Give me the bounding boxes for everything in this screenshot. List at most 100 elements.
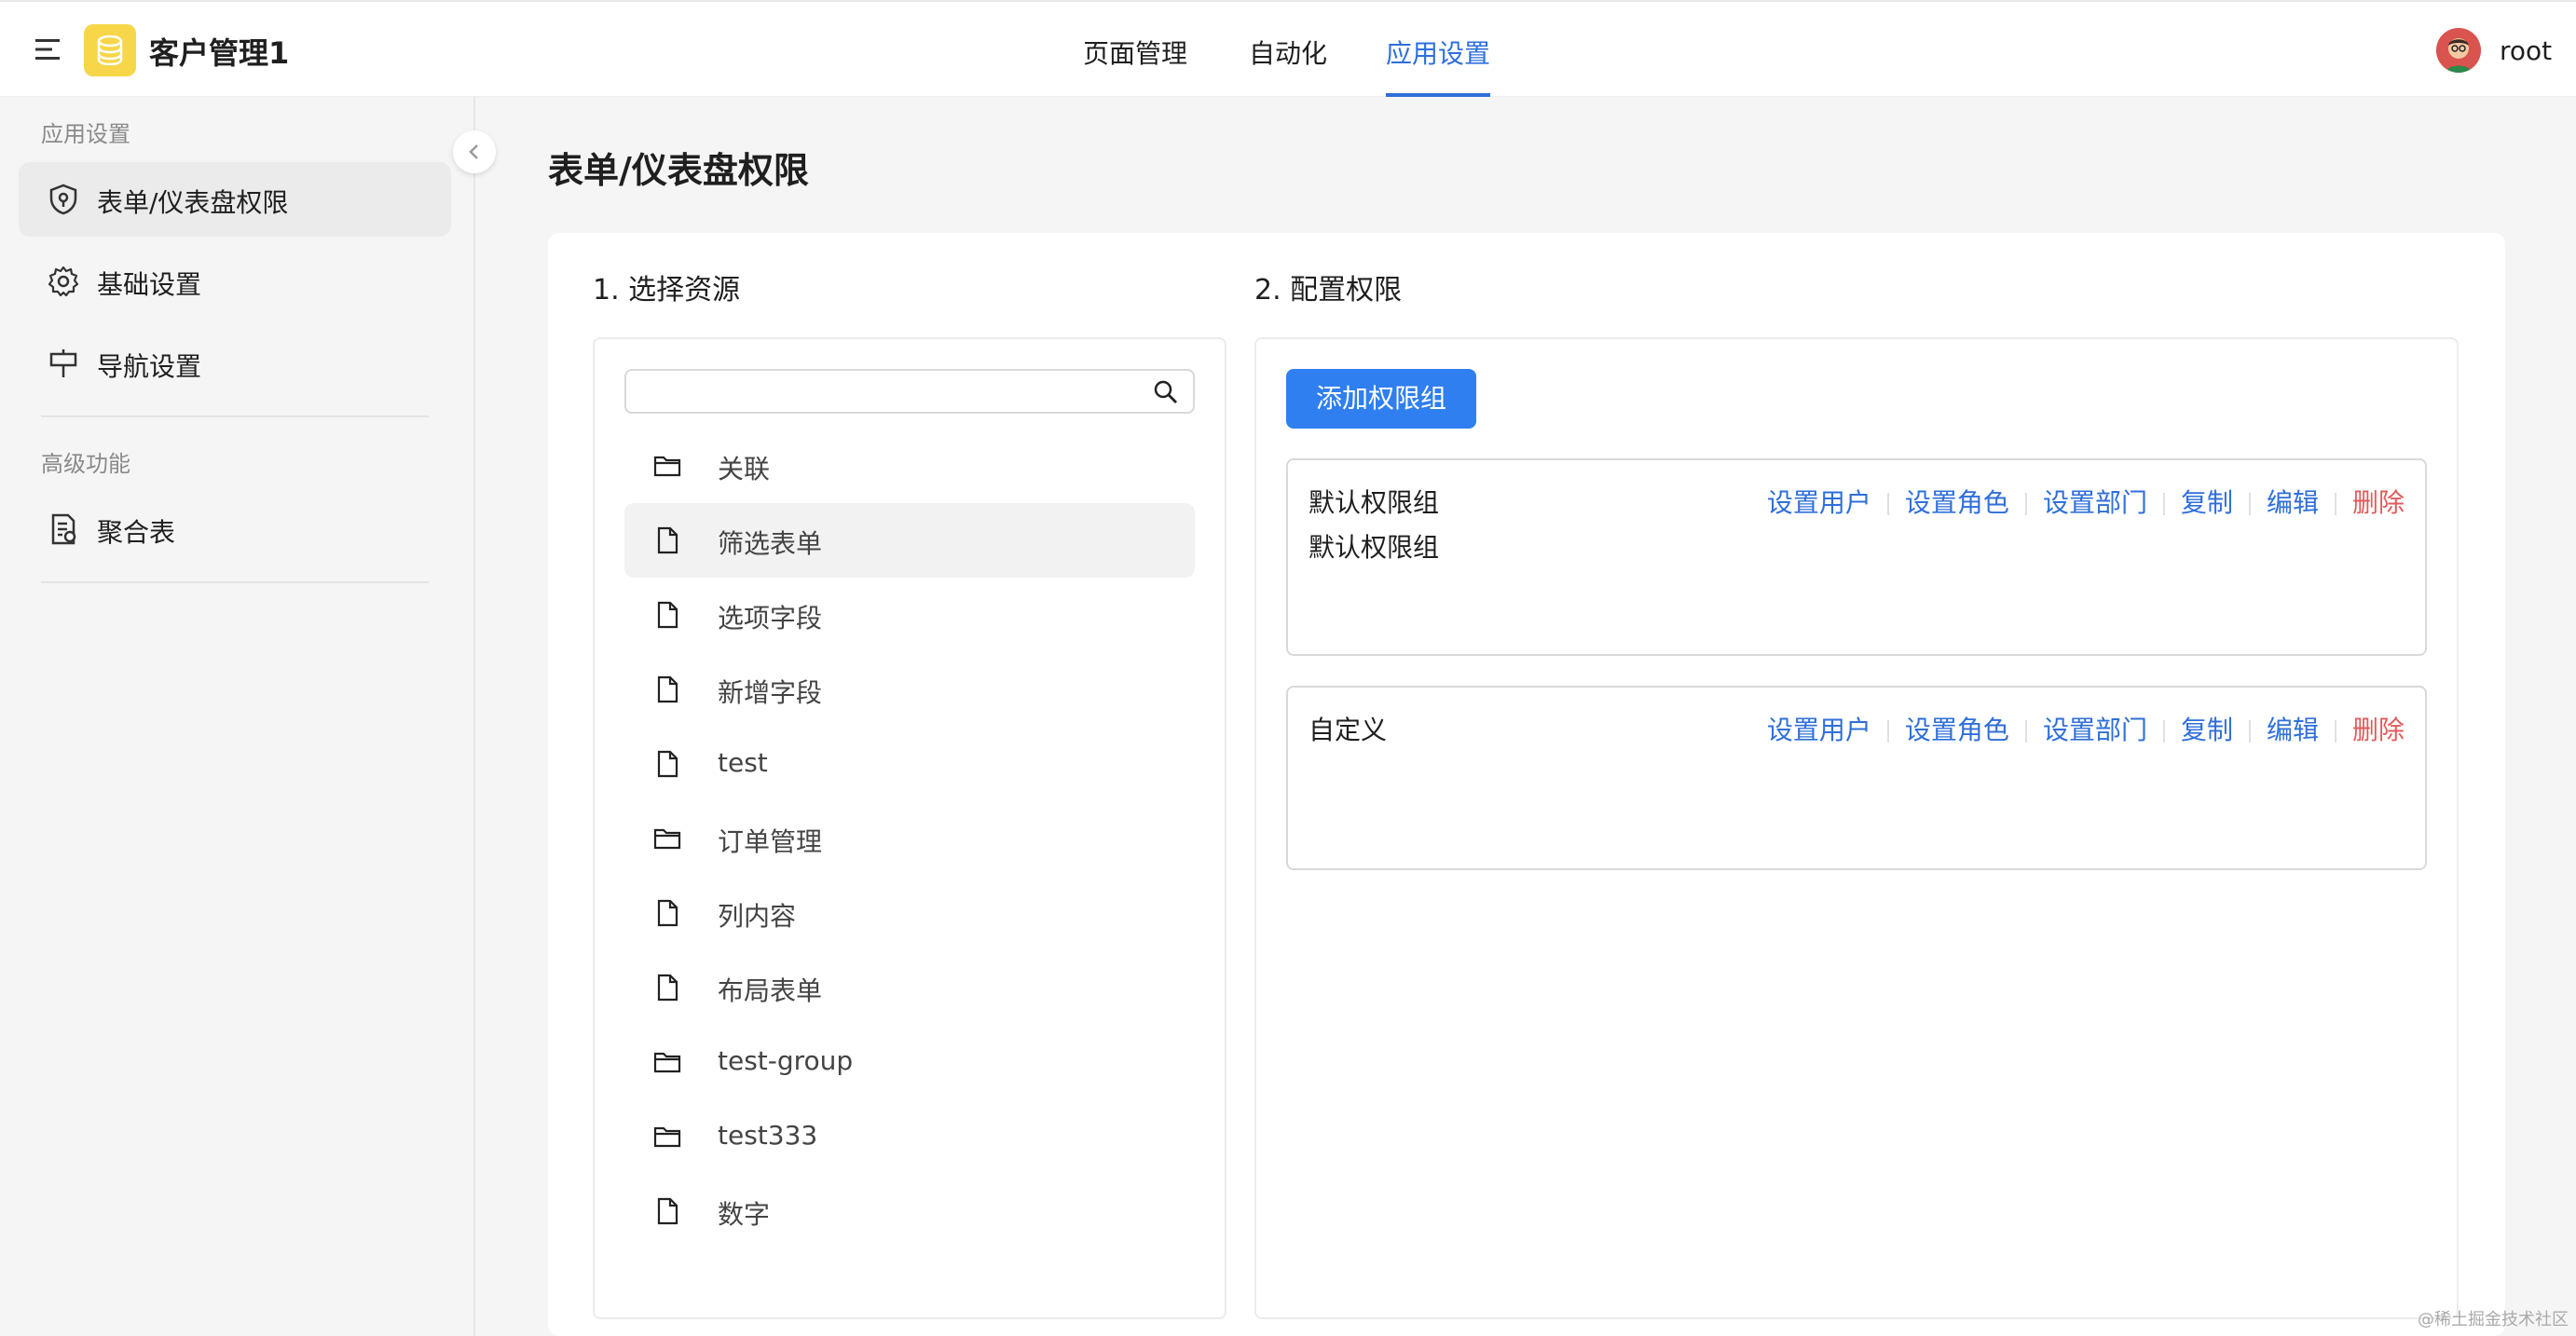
sidebar-divider [41, 581, 429, 583]
section-label-app-settings: 应用设置 [41, 121, 130, 147]
sidebar-item-basic-settings[interactable]: 基础设置 [19, 244, 451, 319]
divider [1886, 720, 1889, 743]
delete-link[interactable]: 删除 [2352, 715, 2405, 745]
resource-label: test333 [718, 1120, 818, 1151]
resource-item-file[interactable]: 筛选表单 [624, 503, 1195, 578]
sidebar-divider [41, 416, 429, 417]
divider [2162, 720, 2165, 743]
resource-item-folder[interactable]: 关联 [624, 429, 1195, 503]
folder-icon [653, 1126, 681, 1148]
set-users-link[interactable]: 设置用户 [1767, 487, 1871, 518]
shield-icon [49, 184, 77, 215]
sidebar-item-label: 基础设置 [97, 269, 202, 300]
resource-label: 订单管理 [718, 826, 823, 857]
gear-icon [48, 266, 79, 297]
divider [2162, 493, 2165, 515]
sidebar-item-label: 表单/仪表盘权限 [97, 187, 289, 218]
divider [2334, 720, 2336, 743]
set-roles-link[interactable]: 设置角色 [1905, 715, 2009, 745]
edit-link[interactable]: 编辑 [2267, 487, 2319, 518]
file-icon [657, 601, 678, 629]
app-logo [84, 24, 136, 76]
group-name: 默认权限组 [1309, 487, 1440, 518]
resource-item-folder[interactable]: test333 [624, 1099, 1195, 1174]
group-name: 自定义 [1309, 715, 1388, 745]
top-header: 客户管理1 页面管理 自动化 应用设置 root [0, 0, 2576, 97]
tab-app-settings[interactable]: 应用设置 [1386, 34, 1490, 71]
resource-label: test [718, 747, 768, 778]
sidebar-item-aggregate-table[interactable]: 聚合表 [19, 492, 451, 566]
file-icon [657, 526, 678, 554]
resource-item-file[interactable]: 列内容 [624, 876, 1195, 950]
file-icon [657, 974, 678, 1002]
resource-item-folder[interactable]: 订单管理 [624, 801, 1195, 876]
resource-label: test-group [718, 1045, 854, 1076]
sidebar-item-label: 聚合表 [97, 517, 176, 548]
resource-label: 关联 [718, 454, 771, 484]
add-permission-group-button[interactable]: 添加权限组 [1286, 369, 1476, 429]
watermark: @稀土掘金技术社区 [2418, 1310, 2569, 1329]
divider [2024, 493, 2027, 515]
user-avatar-icon [2436, 28, 2481, 73]
file-icon [657, 675, 678, 703]
search-input[interactable] [637, 371, 1144, 410]
signpost-icon [49, 349, 77, 377]
group-actions: 设置用户 设置角色 设置部门 复制 编辑 删除 [1767, 483, 2405, 520]
resource-item-file[interactable]: 选项字段 [624, 578, 1195, 652]
user-name[interactable]: root [2500, 35, 2552, 66]
file-icon [657, 1197, 678, 1225]
resource-label: 列内容 [718, 901, 797, 932]
group-description: 默认权限组 [1309, 532, 1440, 563]
tab-automation[interactable]: 自动化 [1249, 34, 1327, 71]
menu-icon[interactable] [35, 37, 65, 61]
folder-icon [653, 456, 681, 477]
active-tab-indicator [1386, 93, 1490, 97]
step-select-resource-title: 1. 选择资源 [593, 274, 741, 307]
app-title: 客户管理1 [149, 35, 290, 71]
step-configure-permissions-title: 2. 配置权限 [1254, 274, 1403, 307]
resource-item-file[interactable]: 数字 [624, 1174, 1195, 1248]
section-label-advanced: 高级功能 [41, 451, 130, 477]
search-icon[interactable] [1152, 378, 1180, 406]
set-departments-link[interactable]: 设置部门 [2043, 487, 2147, 518]
sidebar: 应用设置 表单/仪表盘权限 基础设置 导航设置 高级功能 聚合表 [0, 97, 475, 1336]
file-icon [657, 899, 678, 927]
resource-item-file[interactable]: 新增字段 [624, 652, 1195, 727]
sidebar-item-form-permissions[interactable]: 表单/仪表盘权限 [19, 162, 451, 237]
sidebar-item-navigation-settings[interactable]: 导航设置 [19, 326, 451, 401]
folder-icon [653, 828, 681, 850]
report-icon [51, 513, 76, 545]
folder-icon [653, 1052, 681, 1073]
permission-group-card: 默认权限组 默认权限组 设置用户 设置角色 设置部门 复制 编辑 删除 [1286, 458, 2427, 656]
tab-page-management[interactable]: 页面管理 [1083, 34, 1187, 71]
divider [1886, 493, 1889, 515]
set-users-link[interactable]: 设置用户 [1767, 715, 1871, 745]
copy-link[interactable]: 复制 [2181, 487, 2233, 518]
resource-label: 数字 [718, 1199, 771, 1230]
resource-label: 选项字段 [718, 603, 823, 634]
divider [2248, 493, 2251, 515]
set-departments-link[interactable]: 设置部门 [2043, 715, 2147, 745]
sidebar-collapse-button[interactable] [453, 130, 496, 173]
set-roles-link[interactable]: 设置角色 [1905, 487, 2009, 518]
permission-group-card: 自定义 设置用户 设置角色 设置部门 复制 编辑 删除 [1286, 686, 2427, 870]
delete-link[interactable]: 删除 [2352, 487, 2405, 518]
chevron-left-icon [469, 144, 478, 159]
group-actions: 设置用户 设置角色 设置部门 复制 编辑 删除 [1767, 710, 2405, 747]
resource-label: 新增字段 [718, 677, 823, 708]
resource-label: 布局表单 [718, 975, 823, 1006]
divider [2334, 493, 2336, 515]
resource-search [624, 369, 1195, 414]
sidebar-item-label: 导航设置 [97, 351, 202, 382]
divider [2024, 720, 2027, 743]
copy-link[interactable]: 复制 [2181, 715, 2233, 745]
page-title: 表单/仪表盘权限 [548, 150, 809, 191]
file-icon [657, 750, 678, 778]
avatar[interactable] [2436, 28, 2481, 73]
resource-item-file[interactable]: 布局表单 [624, 950, 1195, 1025]
database-icon [97, 35, 123, 65]
edit-link[interactable]: 编辑 [2267, 715, 2319, 745]
resource-item-folder[interactable]: test-group [624, 1025, 1195, 1099]
resource-item-file[interactable]: test [624, 727, 1195, 801]
divider [2248, 720, 2251, 743]
